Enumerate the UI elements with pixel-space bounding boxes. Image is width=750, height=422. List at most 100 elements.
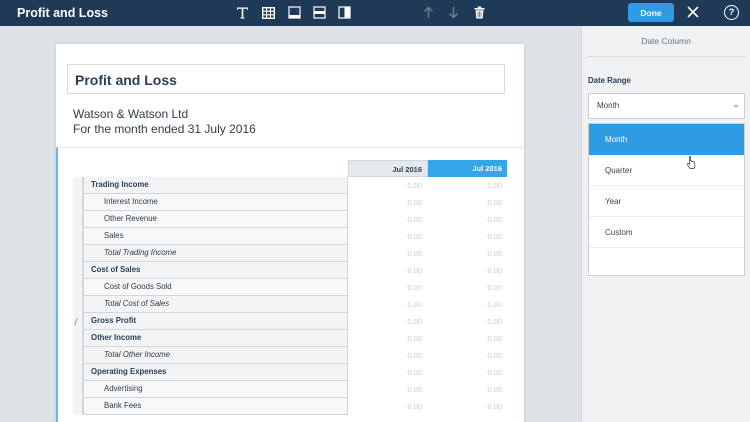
table-row[interactable]: Other Income 0.00 0.00 — [73, 330, 507, 347]
date-range-options: Month Quarter Year Custom — [588, 123, 745, 276]
row-label-cell[interactable]: Cost of Goods Sold — [83, 279, 348, 296]
table-row[interactable]: Advertising 0.00 0.00 — [73, 381, 507, 398]
row-label: Other Income — [91, 333, 142, 342]
row-label: Total Trading Income — [104, 248, 177, 257]
report-title-box[interactable]: Profit and Loss — [67, 64, 505, 94]
row-label-cell[interactable]: Operating Expenses — [83, 364, 348, 381]
row-value: 0.00 — [407, 317, 422, 326]
report-title: Profit and Loss — [75, 72, 177, 88]
column-header-2-selected[interactable]: Jul 2016 — [428, 160, 507, 177]
row-value: 0.00 — [487, 215, 502, 224]
table-row[interactable]: Operating Expenses 0.00 0.00 — [73, 364, 507, 381]
row-label-cell[interactable]: Other Revenue — [83, 211, 348, 228]
panel-divider — [587, 56, 745, 57]
row-label: Gross Profit — [91, 316, 137, 325]
table-row[interactable]: Interest Income 0.00 0.00 — [73, 194, 507, 211]
done-button[interactable]: Done — [628, 3, 674, 22]
hand-cursor-icon — [686, 155, 697, 174]
row-value: 0.00 — [487, 266, 502, 275]
row-label: Sales — [104, 231, 124, 240]
row-label: Bank Fees — [104, 401, 142, 410]
row-label-cell[interactable]: Total Cost of Sales — [83, 296, 348, 313]
date-column-panel: Date Column Date Range Month Month Quart… — [581, 26, 750, 422]
row-label-cell[interactable]: Cost of Sales — [83, 262, 348, 279]
column-split-icon[interactable] — [337, 5, 352, 20]
table-row[interactable]: Sales 0.00 0.00 — [73, 228, 507, 245]
option-quarter[interactable]: Quarter — [589, 155, 744, 186]
row-value: 0.00 — [407, 181, 422, 190]
row-label-cell[interactable]: Total Other Income — [83, 347, 348, 364]
row-value: 0.00 — [407, 385, 422, 394]
row-label-cell[interactable]: Bank Fees — [83, 398, 348, 415]
date-range-select[interactable]: Month — [588, 93, 745, 119]
row-value: 0.00 — [487, 232, 502, 241]
row-gutter — [73, 364, 83, 381]
date-range-label: Date Range — [588, 76, 631, 85]
row-value: 0.00 — [407, 351, 422, 360]
row-value: 0.00 — [487, 334, 502, 343]
row-gutter — [73, 211, 83, 228]
option-custom[interactable]: Custom — [589, 217, 744, 248]
arrow-down-icon[interactable] — [446, 5, 461, 20]
close-icon[interactable] — [686, 5, 700, 19]
row-gutter — [73, 262, 83, 279]
arrow-up-icon[interactable] — [421, 5, 436, 20]
row-label: Total Other Income — [104, 350, 171, 359]
row-label: Cost of Sales — [91, 265, 141, 274]
row-gutter — [73, 296, 83, 313]
row-label-cell[interactable]: Gross Profit — [83, 313, 348, 330]
row-label-cell[interactable]: Advertising — [83, 381, 348, 398]
table-row[interactable]: Bank Fees 0.00 0.00 — [73, 398, 507, 415]
row-value: 0.00 — [487, 351, 502, 360]
row-value: 0.00 — [407, 198, 422, 207]
row-value: 0.00 — [487, 300, 502, 309]
date-range-selected-value: Month — [597, 101, 620, 110]
table-row[interactable]: Total Trading Income 0.00 0.00 — [73, 245, 507, 262]
option-month[interactable]: Month — [589, 124, 744, 155]
row-value: 0.00 — [407, 266, 422, 275]
row-label-cell[interactable]: Trading Income — [83, 177, 348, 194]
row-gutter — [73, 177, 83, 194]
table-row[interactable]: Total Cost of Sales 0.00 0.00 — [73, 296, 507, 313]
chevron-down-icon — [733, 105, 739, 108]
row-value: 0.00 — [487, 283, 502, 292]
top-bar: Profit and Loss Done ? — [0, 0, 750, 26]
row-gutter — [73, 228, 83, 245]
row-gutter — [73, 330, 83, 347]
row-value: 0.00 — [487, 317, 502, 326]
row-value: 0.00 — [487, 181, 502, 190]
table-row[interactable]: Other Revenue 0.00 0.00 — [73, 211, 507, 228]
text-icon[interactable] — [235, 5, 250, 20]
row-label-cell[interactable]: Total Trading Income — [83, 245, 348, 262]
table-row[interactable]: Cost of Goods Sold 0.00 0.00 — [73, 279, 507, 296]
column-header-1[interactable]: Jul 2016 — [348, 160, 428, 177]
trash-icon[interactable] — [472, 5, 487, 20]
app-title: Profit and Loss — [17, 6, 108, 20]
row-gutter — [73, 381, 83, 398]
option-year[interactable]: Year — [589, 186, 744, 217]
row-value: 0.00 — [407, 368, 422, 377]
table-row[interactable]: Total Other Income 0.00 0.00 — [73, 347, 507, 364]
row-value: 0.00 — [487, 198, 502, 207]
row-gutter — [73, 245, 83, 262]
row-label-cell[interactable]: Sales — [83, 228, 348, 245]
row-value: 0.00 — [487, 402, 502, 411]
table-row[interactable]: ƒ Gross Profit 0.00 0.00 — [73, 313, 507, 330]
row-label: Total Cost of Sales — [104, 299, 170, 308]
align-middle-icon[interactable] — [312, 5, 327, 20]
table-row[interactable]: Trading Income 0.00 0.00 — [73, 177, 507, 194]
row-gutter — [73, 279, 83, 296]
row-label-cell[interactable]: Interest Income — [83, 194, 348, 211]
row-value: 0.00 — [487, 368, 502, 377]
help-icon[interactable]: ? — [724, 5, 739, 20]
table-icon[interactable] — [261, 5, 276, 20]
row-value: 0.00 — [407, 300, 422, 309]
row-label-cell[interactable]: Other Income — [83, 330, 348, 347]
table-row[interactable]: Cost of Sales 0.00 0.00 — [73, 262, 507, 279]
row-gutter — [73, 194, 83, 211]
row-value: 0.00 — [407, 249, 422, 258]
row-label: Operating Expenses — [91, 367, 167, 376]
row-value: 0.00 — [407, 283, 422, 292]
align-bottom-icon[interactable] — [287, 5, 302, 20]
formula-icon: ƒ — [74, 316, 79, 326]
